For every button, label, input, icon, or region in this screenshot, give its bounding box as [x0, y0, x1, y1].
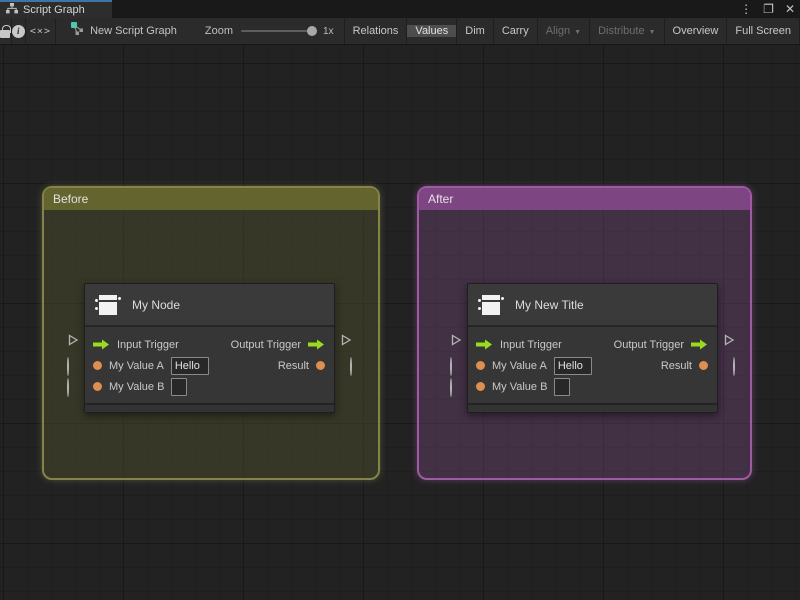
tab-bar: Script Graph ⋮ ❐ ✕: [0, 0, 800, 18]
value-a-input[interactable]: [553, 356, 592, 375]
flow-out-arrow-icon: [691, 339, 707, 350]
menu-dots-icon[interactable]: ⋮: [740, 0, 752, 18]
fullscreen-button[interactable]: Full Screen: [727, 25, 799, 37]
flow-in-arrow-icon: [93, 339, 109, 350]
port-row-value-b: My Value B: [476, 376, 708, 397]
edit-graph-button[interactable]: <×>: [26, 18, 57, 44]
result-port[interactable]: [733, 357, 735, 376]
port-row-value-a: My Value A Result: [476, 355, 708, 376]
distribute-label: Distribute: [598, 25, 645, 37]
value-b-port[interactable]: [67, 378, 69, 397]
node-title: My Node: [132, 297, 181, 312]
value-b-port[interactable]: [450, 378, 452, 397]
chevron-down-icon: ▼: [648, 28, 656, 36]
overview-button[interactable]: Overview: [665, 25, 727, 37]
dim-button[interactable]: Dim: [457, 25, 493, 37]
window-controls: ⋮ ❐ ✕: [740, 0, 795, 18]
flow-out-arrow-icon: [308, 339, 324, 350]
value-b-input[interactable]: [171, 377, 188, 396]
group-after-header[interactable]: After: [419, 188, 750, 210]
value-b-dot-icon: [476, 382, 485, 391]
value-a-label: My Value A: [492, 359, 547, 372]
node-footer: [85, 403, 334, 412]
value-a-port[interactable]: [450, 357, 452, 376]
input-trigger-label: Input Trigger: [500, 338, 562, 351]
node-ports: Input Trigger Output Trigger My Value A …: [468, 327, 717, 403]
value-b-dot-icon: [93, 382, 102, 391]
values-button[interactable]: Values: [407, 25, 457, 37]
node-header[interactable]: My New Title: [468, 284, 717, 327]
port-row-value-a: My Value A Result: [93, 355, 325, 376]
info-button[interactable]: i: [11, 18, 26, 44]
output-trigger-label: Output Trigger: [230, 338, 301, 351]
port-row-trigger: Input Trigger Output Trigger: [93, 334, 325, 355]
info-icon: i: [11, 24, 25, 38]
tab-script-graph[interactable]: Script Graph: [0, 0, 112, 18]
group-before-header[interactable]: Before: [44, 188, 378, 210]
group-after-title: After: [428, 192, 454, 206]
value-a-input[interactable]: [170, 356, 209, 375]
zoom-value: 1x: [323, 25, 334, 37]
graph-asset-button[interactable]: New Script Graph: [56, 18, 187, 44]
value-a-dot-icon: [93, 361, 102, 370]
chevron-down-icon: ▼: [574, 28, 582, 36]
input-flow-port[interactable]: [67, 333, 79, 351]
value-b-label: My Value B: [492, 380, 548, 393]
input-trigger-label: Input Trigger: [117, 338, 179, 351]
node-ports: Input Trigger Output Trigger My Value A …: [85, 327, 334, 403]
node-header[interactable]: My Node: [85, 284, 334, 327]
maximize-icon[interactable]: ❐: [763, 0, 774, 18]
node-title: My New Title: [515, 297, 584, 312]
value-b-input[interactable]: [554, 377, 571, 396]
zoom-control: Zoom 1x: [187, 18, 344, 44]
toolbar-toggle-group: Relations Values Dim Carry Align ▼ Distr…: [343, 18, 800, 44]
graph-toolbar: i <×> New Script Graph Zoom 1x Relations…: [0, 18, 800, 45]
value-a-port[interactable]: [67, 357, 69, 376]
close-icon[interactable]: ✕: [785, 0, 795, 18]
node-my-node[interactable]: My Node Input Trigger Output Trigger My …: [67, 283, 352, 413]
graph-asset-icon: [70, 22, 84, 40]
port-row-value-b: My Value B: [93, 376, 325, 397]
carry-button[interactable]: Carry: [494, 25, 537, 37]
code-brackets-icon: <×>: [29, 25, 51, 37]
node-my-new-title[interactable]: My New Title Input Trigger Output Trigge…: [450, 283, 735, 413]
result-port[interactable]: [350, 357, 352, 376]
result-label: Result: [660, 359, 692, 372]
output-trigger-label: Output Trigger: [613, 338, 684, 351]
lock-button[interactable]: [0, 18, 12, 44]
value-a-dot-icon: [476, 361, 485, 370]
result-label: Result: [277, 359, 309, 372]
group-before-title: Before: [53, 192, 89, 206]
tab-title: Script Graph: [23, 4, 85, 16]
graph-canvas[interactable]: Before After My Node Input Trigger Outpu…: [0, 45, 800, 600]
value-b-label: My Value B: [109, 380, 165, 393]
result-dot-icon: [316, 361, 325, 370]
value-a-label: My Value A: [109, 359, 164, 372]
align-label: Align: [545, 25, 571, 37]
node-footer: [468, 403, 717, 412]
zoom-slider-knob[interactable]: [307, 26, 317, 36]
distribute-dropdown[interactable]: Distribute ▼: [590, 25, 663, 37]
input-flow-port[interactable]: [450, 333, 462, 351]
script-graph-hierarchy-icon: [6, 1, 18, 19]
zoom-slider[interactable]: [241, 26, 317, 36]
unit-node-icon: [478, 293, 504, 317]
unit-node-icon: [95, 293, 121, 317]
output-flow-port[interactable]: [340, 333, 352, 351]
port-row-trigger: Input Trigger Output Trigger: [476, 334, 708, 355]
relations-button[interactable]: Relations: [345, 25, 407, 37]
lock-icon: [0, 24, 11, 38]
align-dropdown[interactable]: Align ▼: [538, 25, 589, 37]
graph-asset-label: New Script Graph: [90, 25, 177, 37]
result-dot-icon: [699, 361, 708, 370]
flow-in-arrow-icon: [476, 339, 492, 350]
output-flow-port[interactable]: [723, 333, 735, 351]
zoom-label: Zoom: [204, 25, 233, 37]
